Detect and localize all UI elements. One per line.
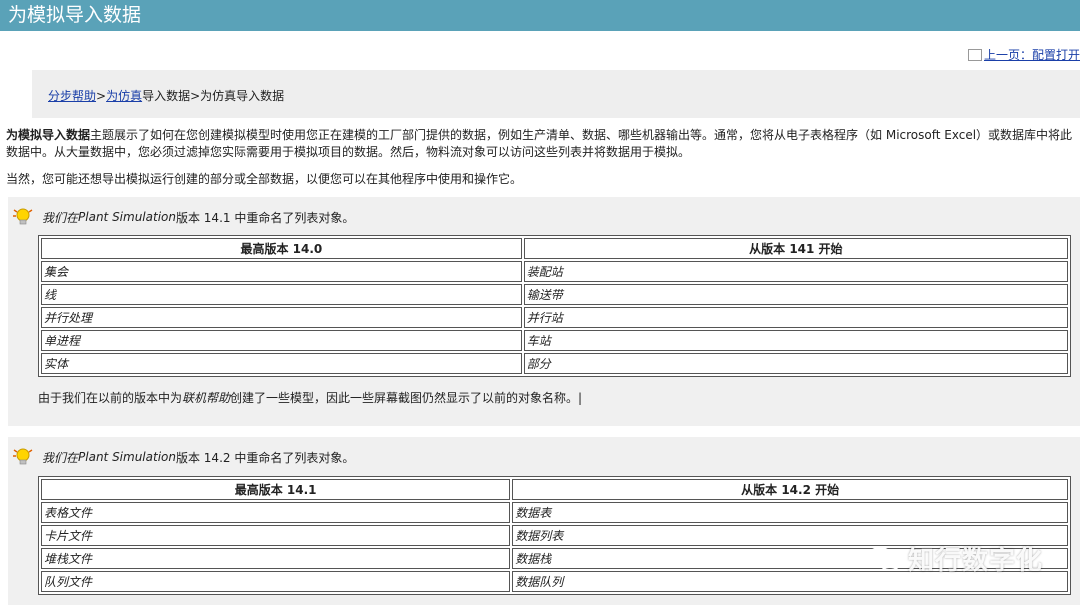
old-name-cell: 集会 <box>41 261 522 282</box>
table-row: 集会 装配站 <box>41 261 1068 282</box>
table-row: 线 输送带 <box>41 284 1068 305</box>
breadcrumb-link-help[interactable]: 分步帮助 <box>48 89 96 103</box>
new-name-cell: 并行站 <box>523 307 1068 328</box>
column-header: 最高版本 14.0 <box>41 238 522 259</box>
table-row: 表格文件 数据表 <box>41 502 1068 523</box>
note-suffix: 版本 14.2 中重命名了列表对象。 <box>175 450 355 465</box>
table-header-row: 最高版本 14.0 从版本 141 开始 <box>41 238 1068 259</box>
column-header: 从版本 141 开始 <box>523 238 1068 259</box>
breadcrumb: 分步帮助>为仿真导入数据>为仿真导入数据 <box>32 70 1080 118</box>
note-footnote: 由于我们在以前的版本中为联机帮助创建了一些模型，因此一些屏幕截图仍然显示了以前的… <box>38 389 582 406</box>
page-title-bar: 为模拟导入数据 <box>0 0 1080 31</box>
note-prefix: 我们在 <box>42 210 79 225</box>
new-name-cell: 装配站 <box>523 261 1068 282</box>
watermark-text: 知行数字化 <box>908 546 1044 576</box>
new-name-cell: 输送带 <box>523 284 1068 305</box>
previous-page-link[interactable]: 上一页：配置打开 <box>967 46 1080 63</box>
page-title: 为模拟导入数据 <box>8 4 142 26</box>
lightbulb-icon <box>13 208 33 225</box>
footnote-pre: 由于我们在以前的版本中为 <box>38 391 183 405</box>
old-name-cell: 线 <box>41 284 522 305</box>
note-header: 我们在 Plant Simulation 版本 14.2 中重命名了列表对象。 <box>12 446 354 468</box>
note-box-14-1: 我们在 Plant Simulation 版本 14.1 中重命名了列表对象。 最高… <box>8 197 1080 426</box>
previous-page-label: 上一页：配置打开 <box>983 48 1080 62</box>
old-name-cell: 堆栈文件 <box>41 548 511 569</box>
new-name-cell: 部分 <box>523 353 1068 374</box>
table-header-row: 最高版本 14.1 从版本 14.2 开始 <box>41 479 1068 500</box>
intro-paragraph: 为模拟导入数据主题展示了如何在您创建模拟模型时使用您正在建模的工厂部门提供的数据… <box>6 127 1080 161</box>
old-name-cell: 单进程 <box>41 330 522 351</box>
breadcrumb-text: 导入数据 <box>142 89 191 103</box>
table-row: 并行处理 并行站 <box>41 307 1068 328</box>
old-name-cell: 队列文件 <box>41 571 511 592</box>
broken-image-icon <box>967 48 982 61</box>
footnote-post: 创建了一些模型，因此一些屏幕截图仍然显示了以前的对象名称。| <box>230 391 583 405</box>
lightbulb-icon <box>13 448 33 465</box>
breadcrumb-current: 为仿真导入数据 <box>200 89 285 103</box>
breadcrumb-separator: > <box>190 89 201 103</box>
old-name-cell: 并行处理 <box>41 307 522 328</box>
footnote-italic: 联机帮助 <box>182 391 231 405</box>
note-suffix: 版本 14.1 中重命名了列表对象。 <box>175 210 355 225</box>
intro-text: 主题展示了如何在您创建模拟模型时使用您正在建模的工厂部门提供的数据，例如生产清单… <box>6 128 1073 159</box>
new-name-cell: 车站 <box>523 330 1068 351</box>
note-product: Plant Simulation <box>78 450 176 464</box>
rename-table: 最高版本 14.1 从版本 14.2 开始 表格文件 数据表 卡片文件 数据列表… <box>38 476 1071 595</box>
intro-paragraph-2: 当然，您可能还想导出模拟运行创建的部分或全部数据，以便您可以在其他程序中使用和操… <box>6 172 523 186</box>
breadcrumb-separator: > <box>96 89 107 103</box>
old-name-cell: 卡片文件 <box>41 525 511 546</box>
wechat-icon <box>867 546 901 571</box>
table-row: 实体 部分 <box>41 353 1068 374</box>
rename-table: 最高版本 14.0 从版本 141 开始 集会 装配站 线 输送带 并行处理 并… <box>38 235 1071 377</box>
note-box-14-2: 我们在 Plant Simulation 版本 14.2 中重命名了列表对象。 最高… <box>8 437 1080 605</box>
breadcrumb-link-simulation[interactable]: 为仿真 <box>106 89 142 103</box>
old-name-cell: 实体 <box>41 353 522 374</box>
note-prefix: 我们在 <box>42 450 79 465</box>
watermark: 知行数字化 <box>866 540 1043 577</box>
note-product: Plant Simulation <box>78 210 176 224</box>
column-header: 最高版本 14.1 <box>41 479 511 500</box>
table-row: 单进程 车站 <box>41 330 1068 351</box>
column-header: 从版本 14.2 开始 <box>512 479 1068 500</box>
intro-bold-title: 为模拟导入数据 <box>6 128 91 142</box>
old-name-cell: 表格文件 <box>41 502 511 523</box>
new-name-cell: 数据表 <box>512 502 1068 523</box>
note-header: 我们在 Plant Simulation 版本 14.1 中重命名了列表对象。 <box>12 206 354 228</box>
